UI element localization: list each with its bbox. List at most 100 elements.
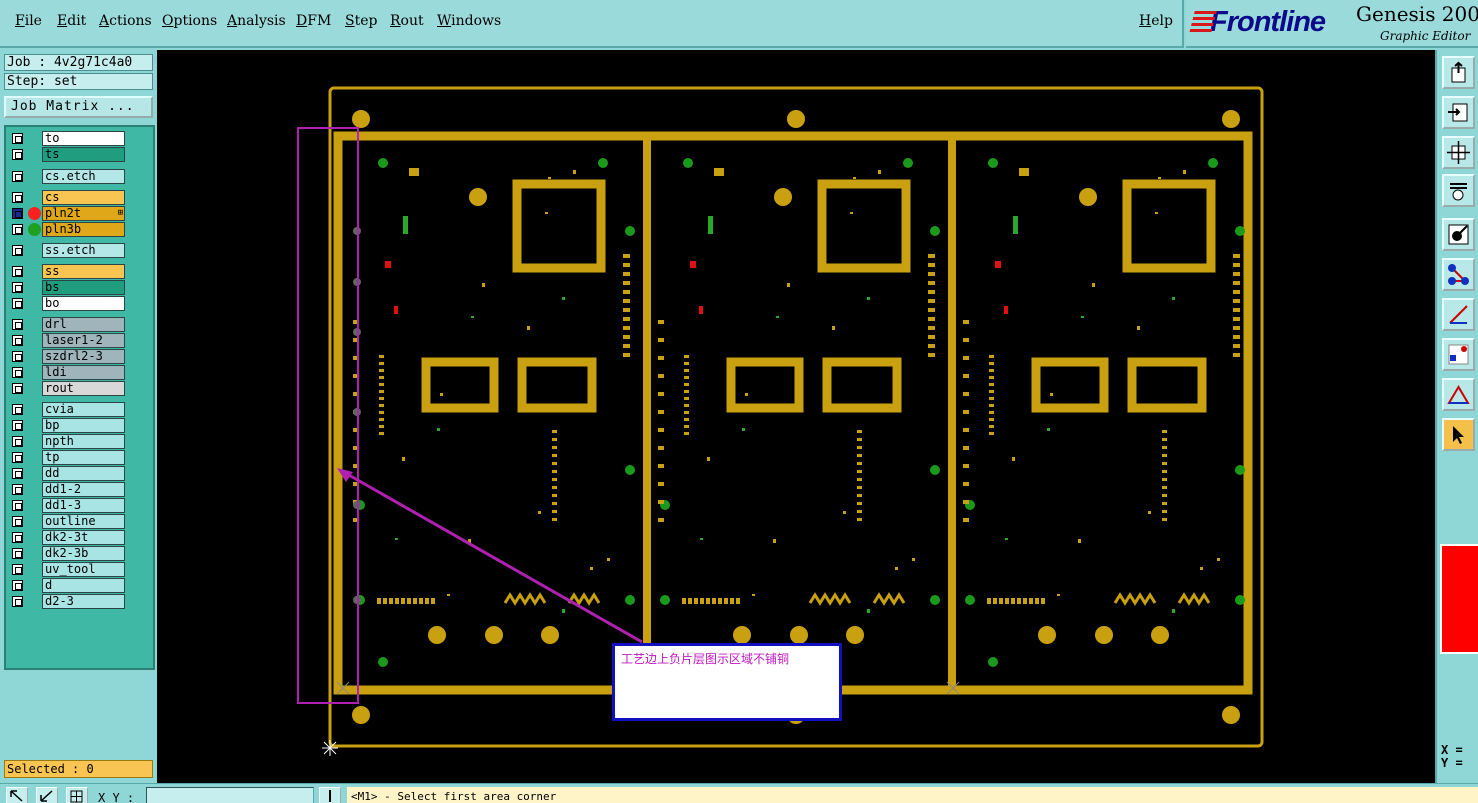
layer-name[interactable]: ts [42, 147, 125, 162]
layer-name[interactable]: uv_tool [42, 562, 125, 577]
move-button[interactable] [1442, 338, 1475, 371]
layer-name[interactable]: laser1-2 [42, 333, 125, 348]
layer-row-ss.etch[interactable]: ss.etch [8, 243, 125, 258]
layer-row-bs[interactable]: bs [8, 280, 125, 295]
layer-name[interactable]: szdrl2-3 [42, 349, 125, 364]
layer-name[interactable]: cs.etch [42, 169, 125, 184]
layer-name[interactable]: pln2t ⊞ [42, 206, 125, 221]
fit-button[interactable] [1442, 96, 1475, 129]
layer-checkbox[interactable] [12, 351, 23, 362]
layer-row-ss[interactable]: ss [8, 264, 125, 279]
layer-row-tp[interactable]: tp [8, 450, 125, 465]
add-feature-button[interactable] [1442, 218, 1475, 251]
layer-name[interactable]: npth [42, 434, 125, 449]
graphic-canvas[interactable]: 工艺边上负片层图示区域不铺铜 [157, 50, 1435, 783]
layer-name[interactable]: bs [42, 280, 125, 295]
layer-row-cs[interactable]: cs [8, 190, 125, 205]
layer-row-bp[interactable]: bp [8, 418, 125, 433]
overview-thumbnail[interactable] [1440, 544, 1478, 654]
menu-rout[interactable]: Rout [390, 13, 424, 29]
layer-checkbox[interactable] [12, 171, 23, 182]
xy-input[interactable] [146, 787, 314, 803]
home-button[interactable] [1442, 56, 1475, 89]
layer-row-laser1-2[interactable]: laser1-2 [8, 333, 125, 348]
layer-name[interactable]: drl [42, 317, 125, 332]
layer-name[interactable]: tp [42, 450, 125, 465]
layer-checkbox[interactable] [12, 149, 23, 160]
layer-checkbox[interactable] [12, 245, 23, 256]
layer-name[interactable]: cvia [42, 402, 125, 417]
layer-row-dd1-2[interactable]: dd1-2 [8, 482, 125, 497]
snap-button[interactable] [1442, 378, 1475, 411]
layer-checkbox[interactable] [12, 266, 23, 277]
menu-options[interactable]: Options [162, 13, 217, 29]
layer-name[interactable]: ss.etch [42, 243, 125, 258]
layer-name[interactable]: ss [42, 264, 125, 279]
measure-button[interactable] [1442, 298, 1475, 331]
menu-file[interactable]: File [15, 13, 42, 29]
layer-row-dk2-3b[interactable]: dk2-3b [8, 546, 125, 561]
layer-checkbox[interactable] [12, 532, 23, 543]
layer-row-pln3b[interactable]: pln3b [8, 222, 125, 237]
layer-checkbox[interactable] [12, 468, 23, 479]
layer-checkbox[interactable] [12, 596, 23, 607]
layer-name[interactable]: cs [42, 190, 125, 205]
layer-row-outline[interactable]: outline [8, 514, 125, 529]
pointer-button[interactable] [1442, 418, 1475, 451]
layer-name[interactable]: dk2-3b [42, 546, 125, 561]
connect-button[interactable] [1442, 258, 1475, 291]
layer-row-dd1-3[interactable]: dd1-3 [8, 498, 125, 513]
menu-actions[interactable]: Actions [99, 13, 152, 29]
layer-row-drl[interactable]: drl [8, 317, 125, 332]
layer-row-uv_tool[interactable]: uv_tool [8, 562, 125, 577]
line-mode-button[interactable] [36, 787, 58, 803]
layer-checkbox[interactable] [12, 335, 23, 346]
layer-checkbox[interactable] [12, 404, 23, 415]
layer-display-dot[interactable] [28, 223, 41, 236]
layer-display-dot[interactable] [28, 207, 41, 220]
layer-checkbox[interactable] [12, 383, 23, 394]
layer-name[interactable]: dd [42, 466, 125, 481]
layer-name[interactable]: ldi [42, 365, 125, 380]
lock-button[interactable] [319, 787, 341, 803]
menu-dfm[interactable]: DFM [296, 13, 331, 29]
layer-row-d[interactable]: d [8, 578, 125, 593]
layer-name[interactable]: pln3b [42, 222, 125, 237]
layer-name[interactable]: d2-3 [42, 594, 125, 609]
layer-name[interactable]: to [42, 131, 125, 146]
layer-row-npth[interactable]: npth [8, 434, 125, 449]
layer-row-bo[interactable]: bo [8, 296, 125, 311]
layer-row-to[interactable]: to [8, 131, 125, 146]
layer-name[interactable]: dk2-3t [42, 530, 125, 545]
layer-checkbox[interactable] [12, 319, 23, 330]
layer-row-ldi[interactable]: ldi [8, 365, 125, 380]
menu-edit[interactable]: Edit [57, 13, 86, 29]
layer-checkbox[interactable] [12, 282, 23, 293]
layer-checkbox[interactable] [12, 298, 23, 309]
layer-name[interactable]: dd1-3 [42, 498, 125, 513]
menu-analysis[interactable]: Analysis [227, 13, 286, 29]
menu-help[interactable]: Help [1139, 13, 1173, 29]
select-mode-button[interactable] [6, 787, 28, 803]
layer-checkbox[interactable] [12, 367, 23, 378]
layer-row-dd[interactable]: dd [8, 466, 125, 481]
layer-row-pln2t[interactable]: pln2t ⊞ [8, 206, 125, 221]
layer-checkbox[interactable] [12, 436, 23, 447]
layer-name[interactable]: dd1-2 [42, 482, 125, 497]
menu-windows[interactable]: Windows [437, 13, 501, 29]
layer-checkbox[interactable] [12, 208, 23, 219]
layer-name[interactable]: bp [42, 418, 125, 433]
layer-row-ts[interactable]: ts [8, 147, 125, 162]
layer-checkbox[interactable] [12, 500, 23, 511]
layer-row-cs.etch[interactable]: cs.etch [8, 169, 125, 184]
layer-row-d2-3[interactable]: d2-3 [8, 594, 125, 609]
layer-checkbox[interactable] [12, 452, 23, 463]
menu-step[interactable]: Step [345, 13, 377, 29]
layer-checkbox[interactable] [12, 564, 23, 575]
zoom-fit-button[interactable] [1442, 136, 1475, 169]
layer-checkbox[interactable] [12, 192, 23, 203]
layer-row-cvia[interactable]: cvia [8, 402, 125, 417]
layer-checkbox[interactable] [12, 516, 23, 527]
layer-name[interactable]: rout [42, 381, 125, 396]
layer-checkbox[interactable] [12, 420, 23, 431]
